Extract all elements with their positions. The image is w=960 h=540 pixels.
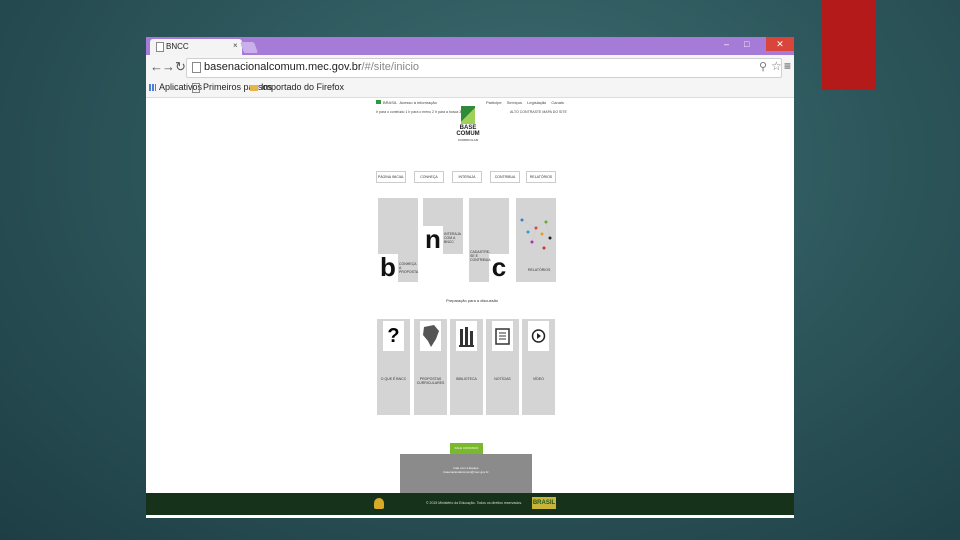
- section-caption: Preparação para a discussão: [446, 298, 499, 303]
- brasil-logo[interactable]: BRASIL: [532, 497, 556, 509]
- tile-label: NOTÍCIAS: [494, 377, 511, 381]
- hero-card-contribua[interactable]: c CADASTRE-SE E CONTRIBUA: [469, 198, 509, 282]
- gov-link[interactable]: Participe: [486, 100, 502, 105]
- tile-biblioteca[interactable]: BIBLIOTECA: [450, 319, 483, 415]
- government-emblem-icon: [374, 498, 384, 509]
- tile-o-que-e[interactable]: ? O QUE É BNCC: [377, 319, 410, 415]
- gov-bar: BRASIL Acesso à informação: [376, 100, 437, 105]
- hero-card-label: RELATÓRIOS: [528, 268, 551, 272]
- tile-label: BIBLIOTECA: [456, 377, 477, 381]
- tab-bar: BNCC × – □ ✕: [146, 37, 794, 55]
- skip-links[interactable]: Ir para o conteúdo 1 Ir para o menu 2 Ir…: [376, 110, 461, 114]
- address-bar[interactable]: basenacionalcomum.mec.gov.br/#/site/inic…: [186, 58, 782, 78]
- gov-link[interactable]: Canais: [551, 100, 563, 105]
- contact-box: Fale com a Equipe basenacionalcomum@mec.…: [400, 454, 532, 494]
- hero-letter: b: [378, 254, 398, 282]
- gov-links: Participe Serviços Legislação Canais: [486, 100, 564, 105]
- page-icon: [192, 62, 201, 73]
- close-window-button[interactable]: ✕: [766, 37, 794, 51]
- bookmark-star-icon[interactable]: ☆: [771, 59, 782, 73]
- brazil-map-icon: [420, 321, 441, 351]
- nav-relatorios[interactable]: RELATÓRIOS: [526, 171, 556, 183]
- tile-label: PROPOSTAS CURRICULARES: [416, 377, 445, 385]
- nav-conheca[interactable]: CONHEÇA: [414, 171, 444, 183]
- hero-card-conheca[interactable]: b CONHEÇA A PROPOSTA: [378, 198, 418, 282]
- browser-window: BNCC × – □ ✕ ← → ↻ basenacionalcomum.mec…: [146, 37, 794, 518]
- brazil-flag-icon: [376, 100, 381, 104]
- tile-video[interactable]: VÍDEO: [522, 319, 555, 415]
- gov-brasil-link[interactable]: BRASIL: [383, 100, 397, 105]
- page-icon: [156, 42, 164, 52]
- new-tab-button[interactable]: [239, 42, 259, 53]
- close-tab-icon[interactable]: ×: [233, 41, 238, 50]
- hero-letter: n: [423, 226, 443, 254]
- bncc-logo-icon: [461, 106, 475, 124]
- play-icon: [528, 321, 549, 351]
- page-icon: [192, 82, 200, 93]
- question-mark-icon: ?: [383, 321, 404, 351]
- minimize-icon[interactable]: –: [724, 39, 729, 49]
- accessibility-links[interactable]: ALTO CONTRASTE MAPA DO SITE: [510, 110, 567, 114]
- nav-bar: ← → ↻ basenacionalcomum.mec.gov.br/#/sit…: [146, 55, 794, 79]
- site-footer: © 2015 Ministério da Educação. Todos os …: [146, 493, 794, 515]
- folder-icon: [250, 84, 258, 91]
- hero-card-label: CONHEÇA A PROPOSTA: [399, 262, 419, 274]
- tab-title: BNCC: [166, 42, 189, 51]
- forward-icon[interactable]: →: [162, 59, 175, 74]
- contact-button[interactable]: FALE CONOSCO: [450, 443, 483, 454]
- logo-subtext: CURRICULAR: [458, 138, 478, 142]
- gov-link[interactable]: Serviços: [507, 100, 522, 105]
- network-graph-icon: [520, 218, 552, 250]
- books-icon: [456, 321, 477, 351]
- hero-letter: c: [489, 254, 509, 282]
- reload-icon[interactable]: ↻: [175, 59, 186, 75]
- nav-contribua[interactable]: CONTRIBUA: [490, 171, 520, 183]
- red-accent-block: [822, 0, 876, 90]
- zoom-icon[interactable]: ⚲: [759, 60, 767, 73]
- tile-label: VÍDEO: [533, 377, 544, 381]
- bookmark-firefox[interactable]: Importado do Firefox: [250, 82, 344, 92]
- hero-card-label: CADASTRE-SE E CONTRIBUA: [470, 250, 491, 262]
- apps-icon: [149, 84, 156, 92]
- page-content: BRASIL Acesso à informação Participe Ser…: [146, 98, 794, 518]
- bncc-logo[interactable]: BASE COMUM CURRICULAR: [456, 106, 480, 156]
- hero-card-relatorios[interactable]: RELATÓRIOS: [516, 198, 556, 282]
- menu-icon[interactable]: ≡: [784, 59, 791, 73]
- url-text: basenacionalcomum.mec.gov.br/#/site/inic…: [204, 61, 420, 73]
- maximize-icon[interactable]: □: [744, 39, 749, 49]
- tile-propostas[interactable]: PROPOSTAS CURRICULARES: [414, 319, 447, 415]
- tab-bncc[interactable]: BNCC ×: [150, 39, 242, 55]
- tile-noticias[interactable]: NOTÍCIAS: [486, 319, 519, 415]
- bookmarks-bar: Aplicativos Primeiros passos Importado d…: [146, 79, 794, 98]
- footer-copyright: © 2015 Ministério da Educação. Todos os …: [426, 501, 523, 505]
- nav-interaja[interactable]: INTERAJA: [452, 171, 482, 183]
- gov-link[interactable]: Legislação: [527, 100, 546, 105]
- hero-card-label: INTERAJA COM A BNCC: [444, 232, 461, 244]
- newspaper-icon: [492, 321, 513, 351]
- tile-label: O QUE É BNCC: [380, 377, 407, 381]
- gov-info-link[interactable]: Acesso à informação: [399, 100, 436, 105]
- nav-pagina-inicial[interactable]: PÁGINA INICIAL: [376, 171, 406, 183]
- hero-card-interaja[interactable]: n INTERAJA COM A BNCC: [423, 198, 463, 254]
- contact-email[interactable]: basenacionalcomum@mec.gov.br: [400, 470, 532, 474]
